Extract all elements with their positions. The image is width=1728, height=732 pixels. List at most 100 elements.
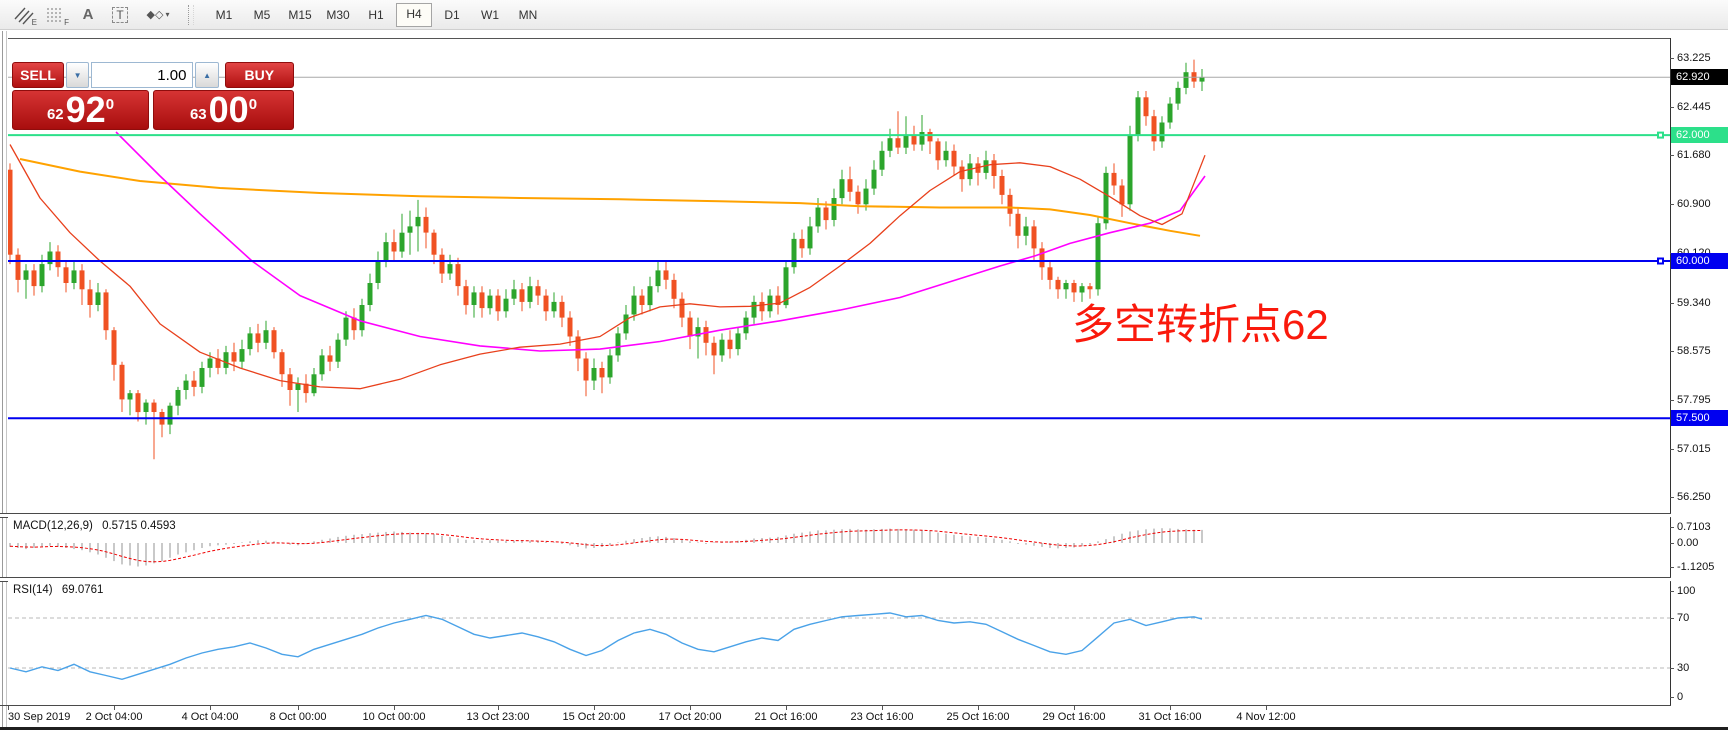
equidistant-channel-tool-button[interactable]: E xyxy=(10,3,38,27)
candle-body xyxy=(128,393,133,399)
candle-body xyxy=(936,141,941,160)
candle-body xyxy=(344,318,349,340)
candle-body xyxy=(64,267,69,283)
candle-body xyxy=(232,352,237,361)
date-axis[interactable]: 30 Sep 20192 Oct 04:004 Oct 04:008 Oct 0… xyxy=(0,705,1670,727)
rsi-pane[interactable]: RSI(14) 69.0761 xyxy=(8,581,1670,705)
timeframe-button-H4[interactable]: H4 xyxy=(396,3,432,27)
price-axis-label: 59.340 xyxy=(1677,296,1711,310)
timeframe-button-M1[interactable]: M1 xyxy=(206,3,242,27)
candle-body xyxy=(1024,226,1029,235)
candle-body xyxy=(592,368,597,381)
rsi-line xyxy=(10,613,1202,679)
candle-body xyxy=(840,179,845,198)
price-axis-tick xyxy=(1670,204,1674,205)
candle-body xyxy=(456,264,461,286)
candle-body xyxy=(176,390,181,406)
macd-values: 0.5715 0.4593 xyxy=(102,520,176,532)
candle-body xyxy=(120,365,125,400)
shapes-tool-button[interactable]: ◆◇ ▾ xyxy=(138,3,178,27)
toolbar: E F A T ◆◇ ▾ M1M5M15M30H1H4D1W1MN xyxy=(0,0,1728,30)
candle-body xyxy=(104,292,109,330)
price-axis-label: 62.445 xyxy=(1677,100,1711,114)
candle-body xyxy=(672,280,677,299)
timeframe-button-M15[interactable]: M15 xyxy=(282,3,318,27)
macd-pane[interactable]: MACD(12,26,9) 0.5715 0.4593 xyxy=(8,517,1670,577)
timeframe-button-H1[interactable]: H1 xyxy=(358,3,394,27)
price-level-badge-62.000: 62.000 xyxy=(1671,127,1728,143)
candle-body xyxy=(1160,123,1165,142)
text-label-tool-button[interactable]: T xyxy=(106,3,134,27)
rsi-value: 69.0761 xyxy=(62,584,104,596)
candle-body xyxy=(192,381,197,387)
candle-body xyxy=(80,270,85,289)
candle-body xyxy=(400,233,405,252)
price-axis-tick xyxy=(1670,107,1674,108)
price-axis-label: 60.900 xyxy=(1677,197,1711,211)
date-tick xyxy=(978,706,979,710)
date-label: 31 Oct 16:00 xyxy=(1139,711,1202,723)
date-tick xyxy=(786,706,787,710)
volume-increase-button[interactable]: ▲ xyxy=(195,62,218,88)
volume-input[interactable]: 1.00 xyxy=(91,62,193,88)
timeframe-button-W1[interactable]: W1 xyxy=(472,3,508,27)
candle-body xyxy=(40,264,45,286)
volume-decrease-button[interactable]: ▼ xyxy=(66,62,89,88)
candle-body xyxy=(416,217,421,226)
price-axis[interactable]: 63.22562.44561.68060.90060.12059.34058.5… xyxy=(1671,31,1728,726)
timeframe-button-MN[interactable]: MN xyxy=(510,3,546,27)
candle-body xyxy=(1008,195,1013,214)
date-tick xyxy=(882,706,883,710)
timeframe-button-M30[interactable]: M30 xyxy=(320,3,356,27)
timeframe-button-M5[interactable]: M5 xyxy=(244,3,280,27)
candle-body xyxy=(280,352,285,374)
buy-price-display[interactable]: 63 00 0 xyxy=(153,90,294,130)
macd-axis-label: 0.00 xyxy=(1677,536,1698,550)
candle-body xyxy=(24,270,29,279)
candle-body xyxy=(800,239,805,248)
candle-body xyxy=(1128,135,1133,204)
h-line-marker-center xyxy=(1659,260,1662,263)
candle-body xyxy=(1200,77,1205,81)
sell-button[interactable]: SELL xyxy=(12,62,64,88)
candle-body xyxy=(56,252,61,268)
toolbar-separator xyxy=(188,5,194,25)
candle-body xyxy=(272,330,277,352)
sell-price-display[interactable]: 62 92 0 xyxy=(12,90,149,130)
candle-body xyxy=(336,340,341,362)
candle-body xyxy=(1064,283,1069,289)
candle-body xyxy=(752,302,757,318)
candle-body xyxy=(328,355,333,361)
trading-terminal-window: E F A T ◆◇ ▾ M1M5M15M30H1H4D1W1MN ▲ xyxy=(0,0,1728,732)
rsi-axis-tick xyxy=(1670,668,1674,669)
macd-axis-label: 0.7103 xyxy=(1677,520,1711,534)
candle-body xyxy=(664,270,669,279)
chart-annotation-text: 多空转折点62 xyxy=(1072,291,1329,352)
price-axis-tick xyxy=(1670,497,1674,498)
arrow-text-tool-button[interactable]: A xyxy=(74,3,102,27)
candle-body xyxy=(760,302,765,311)
candle-body xyxy=(424,217,429,233)
buy-button[interactable]: BUY xyxy=(225,62,294,88)
price-axis-tick xyxy=(1670,58,1674,59)
candle-body xyxy=(488,296,493,309)
timeframe-button-D1[interactable]: D1 xyxy=(434,3,470,27)
candle-body xyxy=(816,208,821,227)
macd-axis-tick xyxy=(1670,567,1674,568)
candle-body xyxy=(512,289,517,298)
candle-body xyxy=(184,381,189,390)
ma-fast-red xyxy=(10,145,1205,389)
price-level-badge-57.500: 57.500 xyxy=(1671,410,1728,426)
fibonacci-grid-tool-button[interactable]: F xyxy=(42,3,70,27)
candle-body xyxy=(560,302,565,318)
candle-body xyxy=(728,340,733,349)
spinner-down-icon: ▼ xyxy=(74,71,82,80)
candle-body xyxy=(944,151,949,160)
sell-price-big: 92 xyxy=(66,93,106,127)
candle-body xyxy=(656,270,661,286)
candle-body xyxy=(248,333,253,349)
candle-body xyxy=(632,296,637,315)
candle-body xyxy=(712,343,717,356)
candle-body xyxy=(1168,104,1173,123)
candle-body xyxy=(912,135,917,144)
